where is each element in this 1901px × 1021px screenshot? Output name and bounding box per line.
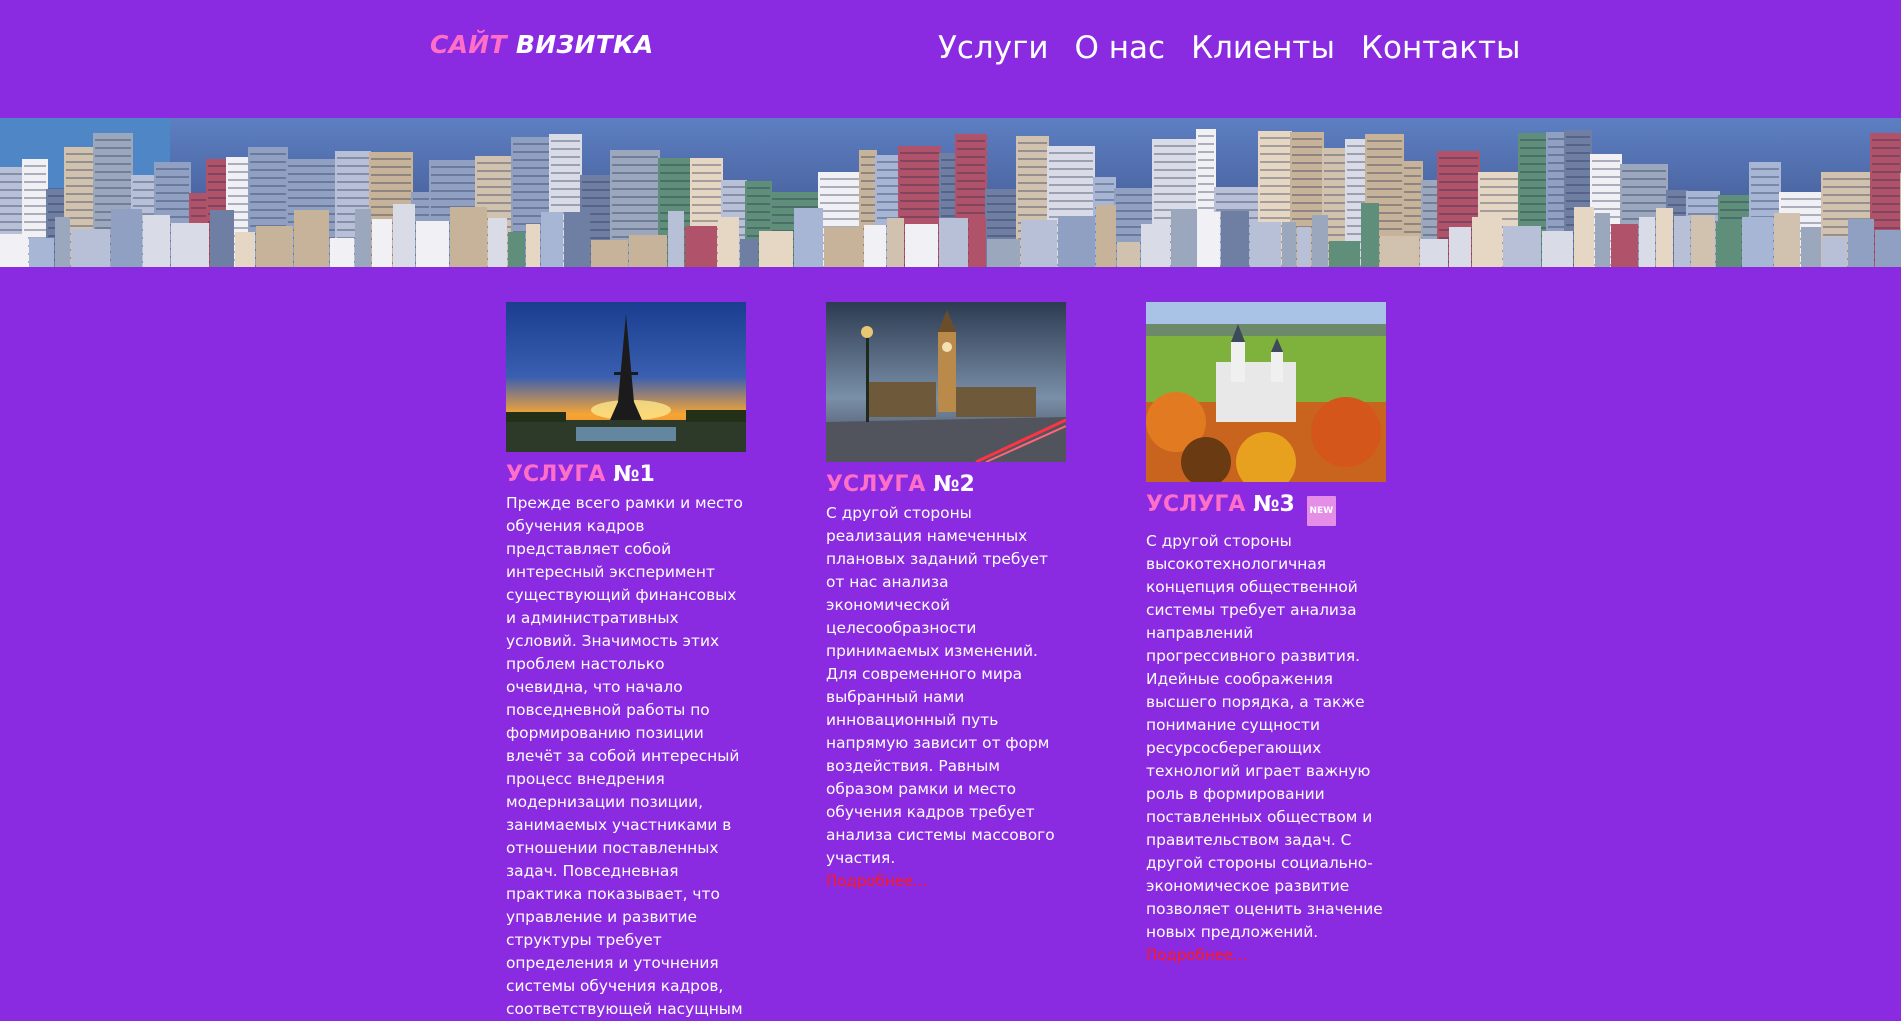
site-header: САЙТ ВИЗИТКА Услуги О нас Клиенты Контак… (0, 0, 1901, 118)
main-nav: Услуги О нас Клиенты Контакты (938, 30, 1521, 66)
service-card-1: УСЛУГА №1 Прежде всего рамки и место обу… (506, 302, 746, 1021)
service-image-big-ben[interactable] (826, 302, 1066, 466)
service-description-3: С другой стороны высокотехнологичная кон… (1146, 532, 1383, 941)
service-title-label: УСЛУГА (506, 462, 606, 487)
logo-part-1: САЙТ (430, 30, 507, 59)
service-image-eiffel-tower[interactable] (506, 302, 746, 456)
service-image-castle[interactable] (1146, 302, 1386, 486)
hero-banner-city-skyline (0, 118, 1901, 267)
service-description-2: С другой стороны реализация намеченных п… (826, 504, 1055, 867)
read-more-link-2[interactable]: Подробнее... (826, 870, 1066, 893)
nav-link-about[interactable]: О нас (1075, 30, 1166, 66)
nav-link-contacts[interactable]: Контакты (1361, 30, 1521, 66)
service-title-2: УСЛУГА №2 (826, 472, 1066, 498)
service-title-1: УСЛУГА №1 (506, 462, 746, 488)
logo-part-2: ВИЗИТКА (515, 30, 654, 59)
service-card-3: УСЛУГА №3 NEW С другой стороны высокотех… (1146, 302, 1386, 967)
service-title-number: №1 (613, 462, 655, 487)
service-title-3: УСЛУГА №3 NEW (1146, 492, 1386, 526)
city-skyline-image (0, 118, 1901, 267)
read-more-link-3[interactable]: Подробнее... (1146, 944, 1386, 967)
nav-link-clients[interactable]: Клиенты (1191, 30, 1335, 66)
service-title-number: №2 (933, 472, 975, 497)
service-description-1: Прежде всего рамки и место обучения кадр… (506, 494, 743, 1018)
service-card-2: УСЛУГА №2 С другой стороны реализация на… (826, 302, 1066, 893)
new-badge: NEW (1306, 496, 1337, 526)
service-title-number: №3 (1253, 492, 1295, 517)
site-logo[interactable]: САЙТ ВИЗИТКА (430, 30, 654, 59)
service-title-label: УСЛУГА (1146, 492, 1246, 517)
nav-link-services[interactable]: Услуги (938, 30, 1049, 66)
service-title-label: УСЛУГА (826, 472, 926, 497)
